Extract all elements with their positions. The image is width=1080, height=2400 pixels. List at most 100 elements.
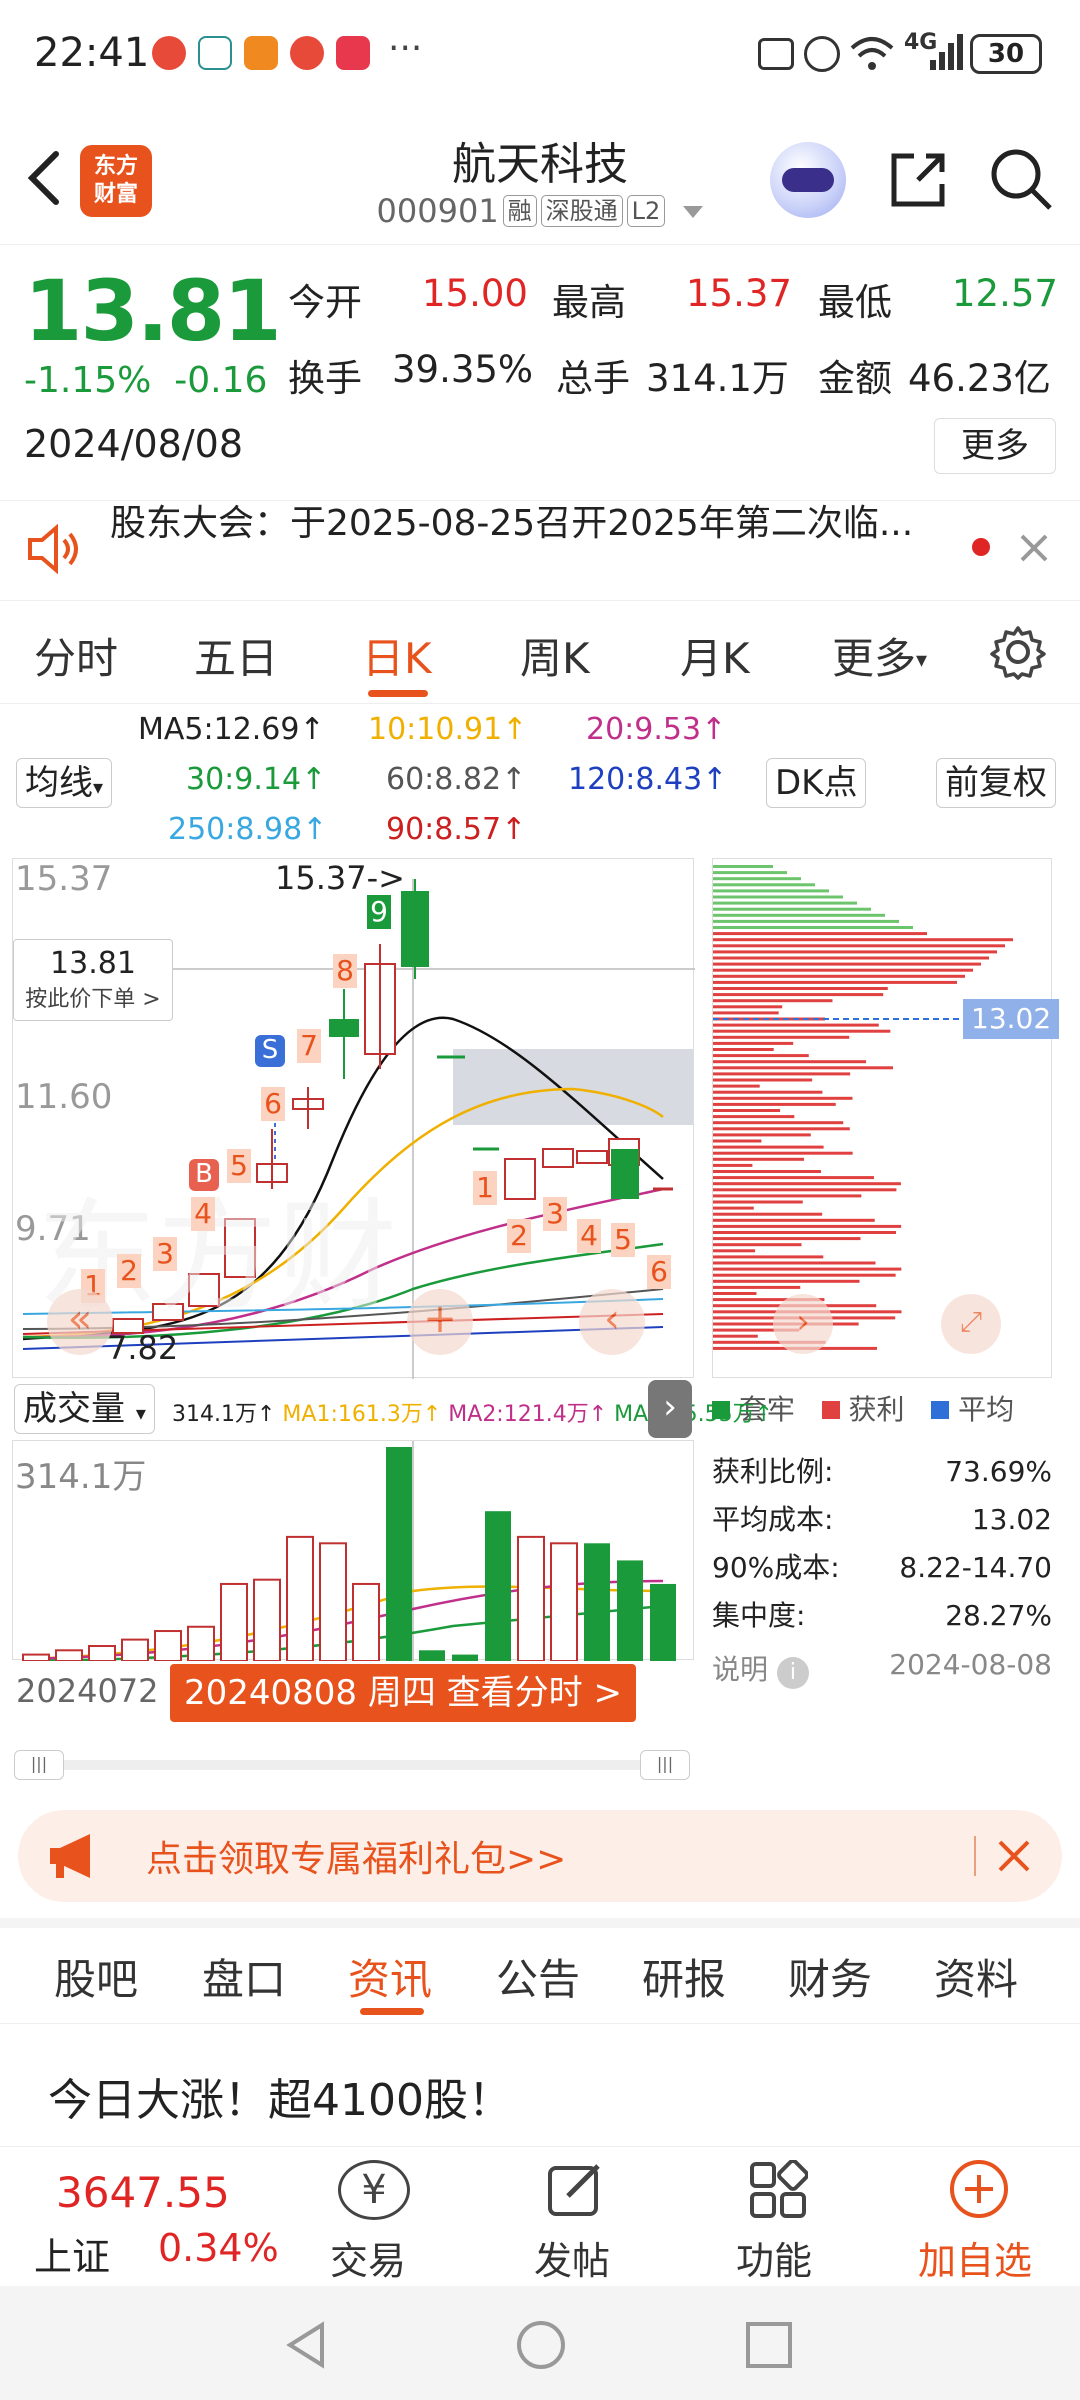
tab-financials[interactable]: 财务 (788, 1946, 872, 2007)
chip-bar (713, 980, 957, 984)
order-at-price-button[interactable]: 13.81 按此价下单 > (13, 939, 173, 1021)
tab-more[interactable]: 更多▾ (832, 625, 927, 686)
battery-icon: 30 (970, 34, 1042, 74)
more-button[interactable]: 更多 (934, 418, 1056, 474)
sell-signal-badge[interactable]: S (255, 1035, 285, 1067)
chip-note-row[interactable]: 说明 i 2024-08-08 (712, 1648, 1052, 1689)
notice-text[interactable]: 股东大会：于2025-08-25召开2025年第二次临... (110, 494, 913, 546)
chip-bar (713, 901, 857, 905)
share-icon[interactable] (888, 150, 948, 210)
chip-distribution-chart[interactable]: 13.02 › ⤢ (712, 858, 1060, 1378)
volume-bar (352, 1582, 380, 1661)
buy-signal-badge[interactable]: B (189, 1159, 219, 1191)
promo-close-icon[interactable] (996, 1838, 1032, 1874)
volume-bar (550, 1542, 578, 1661)
tab-news[interactable]: 资讯 (348, 1946, 432, 2007)
signal-5: 5 (227, 1149, 251, 1183)
functions-grid-icon[interactable] (748, 2160, 808, 2220)
volume-selector[interactable]: 成交量 ▾ (14, 1384, 155, 1434)
chip-bar (713, 926, 913, 929)
index-value[interactable]: 3647.55 (56, 2168, 230, 2217)
chip-next-icon[interactable]: › (773, 1294, 833, 1354)
scroll-left-icon[interactable]: ‹ (579, 1289, 645, 1355)
chip-bar (713, 1139, 762, 1143)
chip-bar (713, 1200, 803, 1204)
chip-bar (713, 1078, 813, 1082)
dk-point-toggle[interactable]: DK点 (766, 758, 867, 808)
functions-button[interactable]: 功能 (736, 2230, 812, 2285)
chip-bar (713, 1023, 879, 1027)
range-slider-track[interactable] (14, 1760, 690, 1770)
scroll-left-fast-icon[interactable]: « (47, 1289, 113, 1355)
compose-post-icon[interactable] (546, 2158, 606, 2218)
nav-home-icon[interactable] (514, 2318, 568, 2372)
adjust-mode-toggle[interactable]: 前复权 (936, 758, 1056, 808)
settings-gear-icon[interactable] (990, 624, 1046, 680)
promo-banner[interactable]: 点击领取专属福利礼包>> (18, 1810, 1062, 1902)
tab-profile[interactable]: 资料 (934, 1946, 1018, 2007)
volume-bar (584, 1543, 610, 1661)
y-axis-min: 7.82 (107, 1329, 179, 1367)
nav-back-icon[interactable] (282, 2320, 332, 2370)
quote-date: 2024/08/08 (24, 422, 244, 466)
tab-pankou[interactable]: 盘口 (202, 1946, 286, 2007)
chip-bar (713, 1285, 801, 1289)
trade-icon[interactable]: ¥ (338, 2160, 410, 2220)
zoom-in-icon[interactable]: + (407, 1289, 473, 1355)
ai-assistant-icon[interactable] (770, 142, 846, 218)
tab-monthly-k[interactable]: 月K (680, 625, 750, 686)
avg-cost-tag: 13.02 (963, 999, 1060, 1039)
volume-bar (22, 1653, 50, 1661)
tab-research[interactable]: 研报 (642, 1946, 726, 2007)
volume-bar (286, 1535, 314, 1661)
unread-dot (972, 538, 990, 556)
news-headline[interactable]: 今日大涨！超4100股！ (48, 2064, 512, 2128)
search-icon[interactable] (988, 146, 1054, 212)
chip-bar (713, 1237, 861, 1241)
range-handle-left[interactable]: ||| (14, 1750, 64, 1780)
signal-b3: 3 (543, 1197, 567, 1231)
expand-icon[interactable]: ⤢ (941, 1294, 1001, 1354)
ma120-label: 120:8.43↑ (568, 762, 728, 797)
app-icon (244, 36, 278, 70)
chip-bar (713, 865, 773, 868)
speaker-icon (28, 524, 78, 574)
add-watchlist-icon[interactable] (948, 2158, 1010, 2220)
megaphone-icon (50, 1834, 90, 1878)
signal-b2: 2 (507, 1219, 531, 1253)
ma-selector[interactable]: 均线▾ (16, 758, 113, 808)
high-label: 最高 (552, 281, 626, 324)
clock: 22:41 (34, 30, 150, 76)
tab-announcements[interactable]: 公告 (496, 1946, 580, 2007)
chip-bar (713, 1029, 891, 1033)
index-change[interactable]: 0.34% (158, 2226, 279, 2270)
tab-intraday[interactable]: 分时 (34, 625, 118, 686)
tab-five-day[interactable]: 五日 (194, 625, 278, 686)
candlestick-chart[interactable]: 15.37 11.60 9.71 7.82 15.37-> 东方财 13.81 … (12, 858, 695, 1379)
ma5-label: MA5:12.69↑ (138, 712, 325, 747)
nav-recents-icon[interactable] (744, 2320, 794, 2370)
index-name[interactable]: 上证 (34, 2226, 110, 2281)
signal-4: 4 (191, 1197, 215, 1231)
close-icon[interactable] (1018, 532, 1050, 564)
tab-daily-k[interactable]: 日K (362, 625, 432, 686)
trade-button[interactable]: 交易 (330, 2230, 406, 2285)
tab-guba[interactable]: 股吧 (54, 1946, 138, 2007)
chip-bar (713, 1096, 853, 1100)
y-axis-mid: 11.60 (15, 1077, 113, 1117)
tag-l2: L2 (626, 195, 666, 227)
tab-weekly-k[interactable]: 周K (520, 625, 590, 686)
chip-bar (713, 1109, 781, 1112)
chip-bar (713, 1188, 897, 1192)
chip-bar (713, 938, 1013, 942)
chip-bar (713, 950, 997, 954)
view-intraday-tooltip[interactable]: 20240808 周四 查看分时 > (170, 1664, 636, 1722)
post-button[interactable]: 发帖 (534, 2230, 610, 2285)
expand-panel-icon[interactable]: › (648, 1380, 692, 1438)
range-handle-right[interactable]: ||| (640, 1750, 690, 1780)
high-marker: 15.37-> (275, 859, 405, 897)
current-price: 13.81 (24, 262, 282, 360)
add-watchlist-button[interactable]: 加自选 (918, 2230, 1032, 2285)
stock-code: 000901 (376, 192, 499, 230)
volume-chart[interactable]: 314.1万 (12, 1440, 694, 1661)
